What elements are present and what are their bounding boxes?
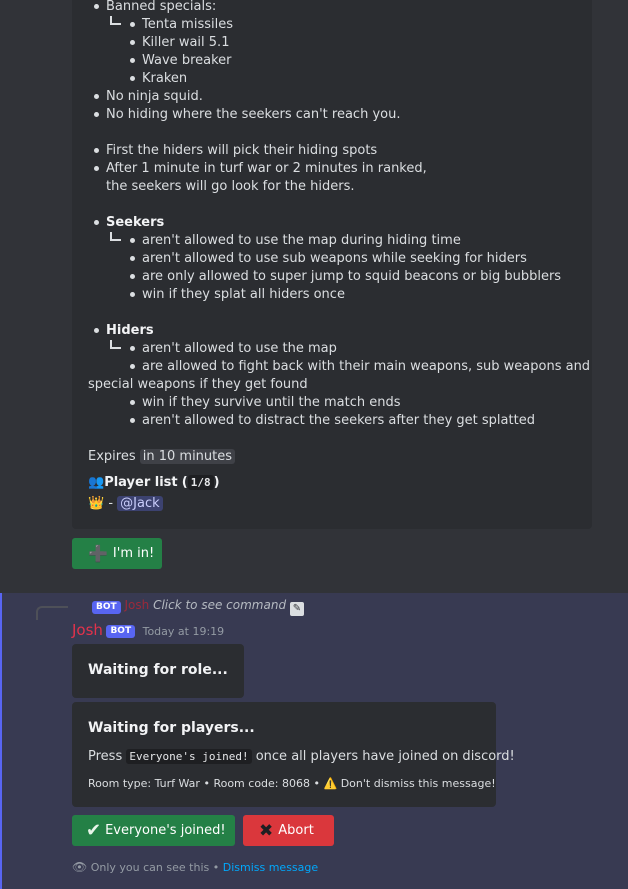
hiders-rule: aren't allowed to use the map — [142, 341, 337, 356]
bullet — [130, 58, 135, 63]
waiting-role-title: Waiting for role... — [88, 662, 228, 678]
only-you-text: Only you can see this — [90, 861, 210, 874]
bot-tag: BOT — [106, 625, 136, 638]
bullet — [94, 328, 99, 333]
room-type: Room type: Turf War — [88, 777, 200, 790]
bullet — [130, 22, 135, 27]
seekers-rule: aren't allowed to use sub weapons while … — [142, 251, 527, 266]
eye-icon: 👁 — [72, 860, 88, 874]
flow-text: After 1 minute in turf war or 2 minutes … — [106, 161, 427, 176]
reply-connector — [36, 606, 68, 620]
timestamp: Today at 19:19 — [142, 625, 225, 638]
abort-button[interactable]: ✖ Abort — [243, 815, 334, 846]
once-text: once all players have joined on discord! — [255, 749, 515, 764]
bullet — [130, 364, 135, 369]
dont-dismiss-text: Don't dismiss this message! — [340, 777, 496, 790]
warning-icon: ⚠️ — [323, 777, 338, 790]
role-embed: Waiting for role... — [72, 644, 244, 698]
crown-icon: 👑 — [88, 496, 105, 511]
special-item: Killer wail 5.1 — [142, 35, 230, 50]
waiting-players-title: Waiting for players... — [88, 720, 255, 736]
abort-label: Abort — [278, 823, 314, 838]
reply-preview[interactable]: BOT Josh Click to see command ✎ — [92, 598, 304, 616]
bullet — [94, 148, 99, 153]
seekers-title: Seekers — [106, 215, 165, 230]
room-code: Room code: 8068 — [213, 777, 310, 790]
banned-specials-label: Banned specials: — [106, 0, 217, 14]
hiders-rule: win if they survive until the match ends — [142, 395, 401, 410]
hiders-rule: aren't allowed to distract the seekers a… — [142, 413, 535, 428]
ephemeral-message: BOT Josh Click to see command ✎ Josh BOT… — [0, 593, 628, 889]
rule-text: No hiding where the seekers can't reach … — [106, 107, 401, 122]
flow-text: the seekers will go look for the hiders. — [106, 179, 355, 194]
instructions-row: Press Everyone's joined! once all player… — [88, 749, 515, 764]
room-info-row: Room type: Turf War • Room code: 8068 • … — [88, 777, 496, 790]
expires-label: Expires — [88, 449, 136, 464]
plus-icon: ➕ — [88, 544, 108, 563]
bullet — [130, 40, 135, 45]
bullet — [130, 400, 135, 405]
flow-text: First the hiders will pick their hiding … — [106, 143, 378, 158]
special-item: Wave breaker — [142, 53, 232, 68]
tree-connector — [110, 232, 121, 241]
players-embed: Waiting for players... Press Everyone's … — [72, 702, 515, 807]
everyone-joined-code: Everyone's joined! — [126, 749, 252, 764]
dash: - — [108, 496, 114, 511]
bullet — [130, 238, 135, 243]
bullet — [94, 4, 99, 9]
rules-embed: Banned specials: Tenta missiles Killer w… — [72, 0, 592, 529]
reply-author: Josh — [124, 598, 150, 612]
separator: • — [313, 777, 321, 790]
press-text: Press — [88, 749, 123, 764]
seekers-rule: are only allowed to super jump to squid … — [142, 269, 562, 284]
expires-row: Expires in 10 minutes — [88, 448, 236, 466]
bullet — [130, 418, 135, 423]
hiders-rule: are allowed to fight back with their mai… — [142, 359, 591, 374]
special-item: Tenta missiles — [142, 17, 233, 32]
player-row: 👑 - @Jack — [88, 495, 163, 513]
top-message-area: Banned specials: Tenta missiles Killer w… — [0, 0, 628, 593]
bot-tag: BOT — [92, 601, 121, 614]
bullet — [130, 76, 135, 81]
bullet — [130, 256, 135, 261]
command-hint: Click to see command — [153, 598, 287, 612]
hiders-rule: special weapons if they get found — [88, 377, 308, 392]
highlight-bar — [0, 593, 2, 889]
player-count: 1/8 — [187, 475, 214, 490]
special-item: Kraken — [142, 71, 188, 86]
expires-timestamp[interactable]: in 10 minutes — [139, 449, 236, 464]
bullet — [94, 112, 99, 117]
rule-text: No ninja squid. — [106, 89, 203, 104]
bullet — [130, 274, 135, 279]
seekers-rule: aren't allowed to use the map during hid… — [142, 233, 461, 248]
bullet — [130, 292, 135, 297]
im-in-label: I'm in! — [112, 546, 155, 561]
player-mention[interactable]: @Jack — [117, 496, 163, 511]
bullet — [130, 346, 135, 351]
ephemeral-footer: 👁 Only you can see this • Dismiss messag… — [72, 860, 318, 874]
close-icon: ✖ — [259, 820, 274, 841]
im-in-button[interactable]: ➕ I'm in! — [72, 538, 162, 569]
dismiss-message-link[interactable]: Dismiss message — [223, 861, 318, 874]
player-list-row: 👥Player list (1/8) — [88, 475, 220, 490]
tree-connector — [110, 340, 121, 349]
everyones-joined-label: Everyone's joined! — [105, 823, 226, 838]
users-icon: 👥 — [88, 475, 105, 490]
bullet — [94, 94, 99, 99]
bullet — [94, 220, 99, 225]
checkmark-icon: ✔ — [86, 820, 102, 841]
bullet — [94, 166, 99, 171]
hiders-title: Hiders — [106, 323, 154, 338]
seekers-rule: win if they splat all hiders once — [142, 287, 345, 302]
player-list-label: Player list — [104, 475, 178, 490]
slash-command-icon: ✎ — [289, 602, 304, 616]
author-row: Josh BOT Today at 19:19 — [72, 621, 224, 639]
tree-connector — [110, 16, 121, 25]
author-name[interactable]: Josh — [72, 621, 103, 639]
separator: • — [212, 861, 220, 874]
separator: • — [203, 777, 210, 790]
everyones-joined-button[interactable]: ✔ Everyone's joined! — [72, 815, 235, 846]
